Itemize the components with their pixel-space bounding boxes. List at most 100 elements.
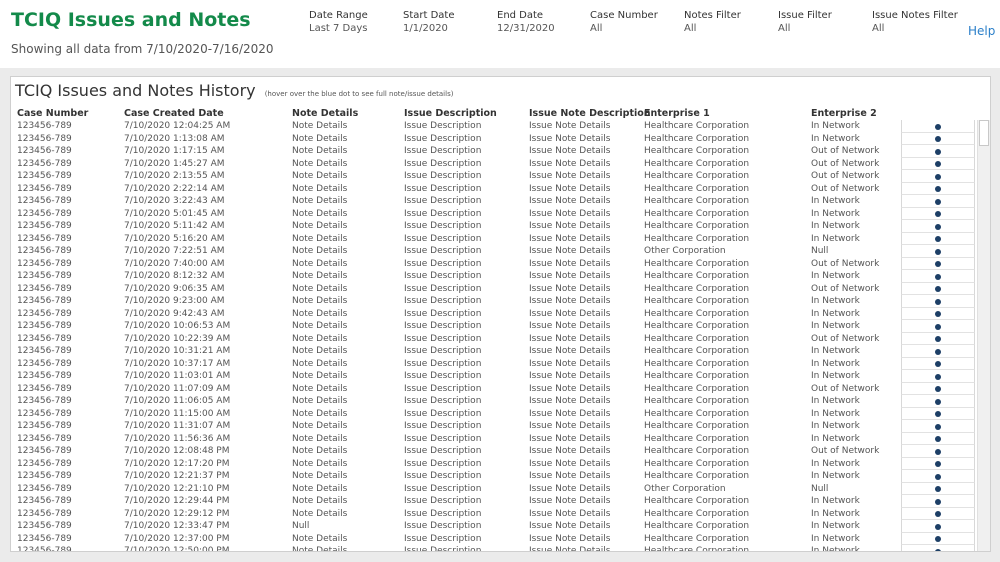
table-row[interactable]: 123456-789 7/10/2020 9:42:43 AM Note Detai…	[11, 307, 977, 320]
filter-start-date[interactable]: Start Date 1/1/2020	[403, 9, 455, 35]
note-details-cell: Note Details	[292, 308, 348, 319]
table-row[interactable]: 123456-789 7/10/2020 2:22:14 AM Note Detai…	[11, 182, 977, 195]
detail-dot-icon[interactable]	[935, 336, 941, 342]
detail-dot-icon[interactable]	[935, 348, 941, 355]
detail-dot-icon[interactable]	[935, 498, 941, 505]
table-row[interactable]: 123456-789 7/10/2020 12:04:25 AM Note Deta…	[11, 120, 977, 133]
detail-dot-icon[interactable]	[935, 223, 941, 230]
detail-dot-icon[interactable]	[935, 286, 941, 292]
detail-dot-icon[interactable]	[935, 261, 941, 267]
filter-value[interactable]: All	[590, 22, 658, 35]
table-row[interactable]: 123456-789 7/10/2020 9:06:35 AM Note Detai…	[11, 282, 977, 295]
table-row[interactable]: 123456-789 7/10/2020 10:06:53 AM Note Deta…	[11, 320, 977, 333]
enterprise-2-cell: Out of Network	[811, 146, 880, 156]
detail-dot-icon[interactable]	[935, 273, 941, 280]
filter-value[interactable]: 1/1/2020	[403, 22, 455, 35]
filter-value[interactable]: 12/31/2020	[497, 22, 555, 35]
detail-dot-icon[interactable]	[935, 361, 941, 367]
table-row[interactable]: 123456-789 7/10/2020 12:17:20 PM Note Deta…	[11, 457, 977, 470]
column-header-enterprise-1[interactable]: Enterprise 1	[644, 108, 710, 119]
detail-dot-icon[interactable]	[935, 173, 941, 180]
column-header-issue-note-description[interactable]: Issue Note Description	[529, 108, 651, 119]
table-row[interactable]: 123456-789 7/10/2020 1:13:08 AM Note Detai…	[11, 132, 977, 145]
detail-dot-icon[interactable]	[935, 411, 941, 417]
detail-dot-icon[interactable]	[935, 211, 941, 217]
case-number-cell: 123456-789	[17, 396, 72, 406]
detail-dot-icon[interactable]	[935, 298, 941, 305]
table-row[interactable]: 123456-789 7/10/2020 10:37:17 AM Note Deta…	[11, 357, 977, 370]
detail-dot-icon[interactable]	[935, 198, 941, 205]
table-row[interactable]: 123456-789 7/10/2020 9:23:00 AM Note Detai…	[11, 295, 977, 308]
column-header-issue-description[interactable]: Issue Description	[404, 108, 497, 119]
filter-issue-notes[interactable]: Issue Notes Filter All	[872, 9, 958, 35]
detail-dot-icon[interactable]	[935, 398, 941, 405]
detail-dot-icon[interactable]	[935, 523, 941, 530]
table-row[interactable]: 123456-789 7/10/2020 11:07:09 AM Note Deta…	[11, 382, 977, 395]
table-row[interactable]: 123456-789 7/10/2020 12:29:44 PM Note Deta…	[11, 495, 977, 508]
detail-dot-icon[interactable]	[935, 448, 941, 455]
scrollbar-thumb[interactable]	[979, 120, 989, 146]
filter-value[interactable]: All	[872, 22, 958, 35]
detail-dot-icon[interactable]	[935, 123, 941, 130]
detail-dot-icon[interactable]	[935, 548, 941, 551]
detail-dot-icon[interactable]	[935, 311, 941, 317]
table-row[interactable]: 123456-789 7/10/2020 12:50:00 PM Note Deta…	[11, 545, 977, 551]
table-row[interactable]: 123456-789 7/10/2020 11:56:36 AM Note Deta…	[11, 432, 977, 445]
detail-dot-icon[interactable]	[935, 511, 941, 517]
table-row[interactable]: 123456-789 7/10/2020 12:08:48 PM Note Deta…	[11, 445, 977, 458]
column-header-case-created-date[interactable]: Case Created Date	[124, 108, 224, 119]
filter-value[interactable]: All	[778, 22, 832, 35]
table-row[interactable]: 123456-789 7/10/2020 10:31:21 AM Note Deta…	[11, 345, 977, 358]
detail-dot-icon[interactable]	[935, 461, 941, 467]
issue-description-cell: Issue Description	[404, 546, 482, 551]
table-row[interactable]: 123456-789 7/10/2020 12:37:00 PM Note Deta…	[11, 532, 977, 545]
detail-dot-icon[interactable]	[935, 436, 941, 442]
filter-date-range[interactable]: Date Range Last 7 Days	[309, 9, 368, 35]
detail-dot-icon[interactable]	[935, 536, 941, 542]
table-row[interactable]: 123456-789 7/10/2020 2:13:55 AM Note Detai…	[11, 170, 977, 183]
detail-dot-icon[interactable]	[935, 161, 941, 167]
detail-dot-icon[interactable]	[935, 423, 941, 430]
detail-dot-icon[interactable]	[935, 373, 941, 380]
vertical-scrollbar[interactable]	[977, 120, 990, 551]
column-header-enterprise-2[interactable]: Enterprise 2	[811, 108, 877, 119]
filter-value[interactable]: All	[684, 22, 741, 35]
filter-case-number[interactable]: Case Number All	[590, 9, 658, 35]
table-row[interactable]: 123456-789 7/10/2020 8:12:32 AM Note Detai…	[11, 270, 977, 283]
table-row[interactable]: 123456-789 7/10/2020 11:31:07 AM Note Deta…	[11, 420, 977, 433]
table-row[interactable]: 123456-789 7/10/2020 12:33:47 PM Null Issue…	[11, 520, 977, 533]
filter-end-date[interactable]: End Date 12/31/2020	[497, 9, 555, 35]
column-header-note-details[interactable]: Note Details	[292, 108, 358, 119]
table-row[interactable]: 123456-789 7/10/2020 1:17:15 AM Note Detai…	[11, 145, 977, 158]
table-row[interactable]: 123456-789 7/10/2020 5:11:42 AM Note Detai…	[11, 220, 977, 233]
table-row[interactable]: 123456-789 7/10/2020 12:21:10 PM Note Deta…	[11, 482, 977, 495]
detail-dot-icon[interactable]	[935, 186, 941, 192]
detail-dot-icon[interactable]	[935, 136, 941, 142]
detail-dot-icon[interactable]	[935, 236, 941, 242]
detail-dot-icon[interactable]	[935, 323, 941, 330]
filter-value[interactable]: Last 7 Days	[309, 22, 368, 35]
enterprise-2-cell: In Network	[811, 233, 860, 244]
table-row[interactable]: 123456-789 7/10/2020 11:03:01 AM Note Deta…	[11, 370, 977, 383]
detail-dot-icon[interactable]	[935, 386, 941, 392]
table-row[interactable]: 123456-789 7/10/2020 1:45:27 AM Note Detai…	[11, 157, 977, 170]
table-row[interactable]: 123456-789 7/10/2020 3:22:43 AM Note Detai…	[11, 195, 977, 208]
table-row[interactable]: 123456-789 7/10/2020 11:15:00 AM Note Deta…	[11, 407, 977, 420]
table-row[interactable]: 123456-789 7/10/2020 5:16:20 AM Note Detai…	[11, 232, 977, 245]
table-row[interactable]: 123456-789 7/10/2020 7:22:51 AM Note Detai…	[11, 245, 977, 258]
table-row[interactable]: 123456-789 7/10/2020 5:01:45 AM Note Detai…	[11, 207, 977, 220]
detail-dot-icon[interactable]	[935, 486, 941, 492]
detail-dot-icon[interactable]	[935, 248, 941, 255]
column-header-case-number[interactable]: Case Number	[17, 108, 88, 119]
detail-dot-icon[interactable]	[935, 473, 941, 480]
table-row[interactable]: 123456-789 7/10/2020 12:29:12 PM Note Deta…	[11, 507, 977, 520]
table-row[interactable]: 123456-789 7/10/2020 7:40:00 AM Note Detai…	[11, 257, 977, 270]
table-row[interactable]: 123456-789 7/10/2020 12:21:37 PM Note Deta…	[11, 470, 977, 483]
filter-issue[interactable]: Issue Filter All	[778, 9, 832, 35]
table-row[interactable]: 123456-789 7/10/2020 11:06:05 AM Note Deta…	[11, 395, 977, 408]
detail-dot-icon[interactable]	[935, 148, 941, 155]
filter-notes[interactable]: Notes Filter All	[684, 9, 741, 35]
note-details-cell: Note Details	[292, 483, 348, 494]
table-row[interactable]: 123456-789 7/10/2020 10:22:39 AM Note Deta…	[11, 332, 977, 345]
help-link[interactable]: Help	[968, 24, 995, 38]
